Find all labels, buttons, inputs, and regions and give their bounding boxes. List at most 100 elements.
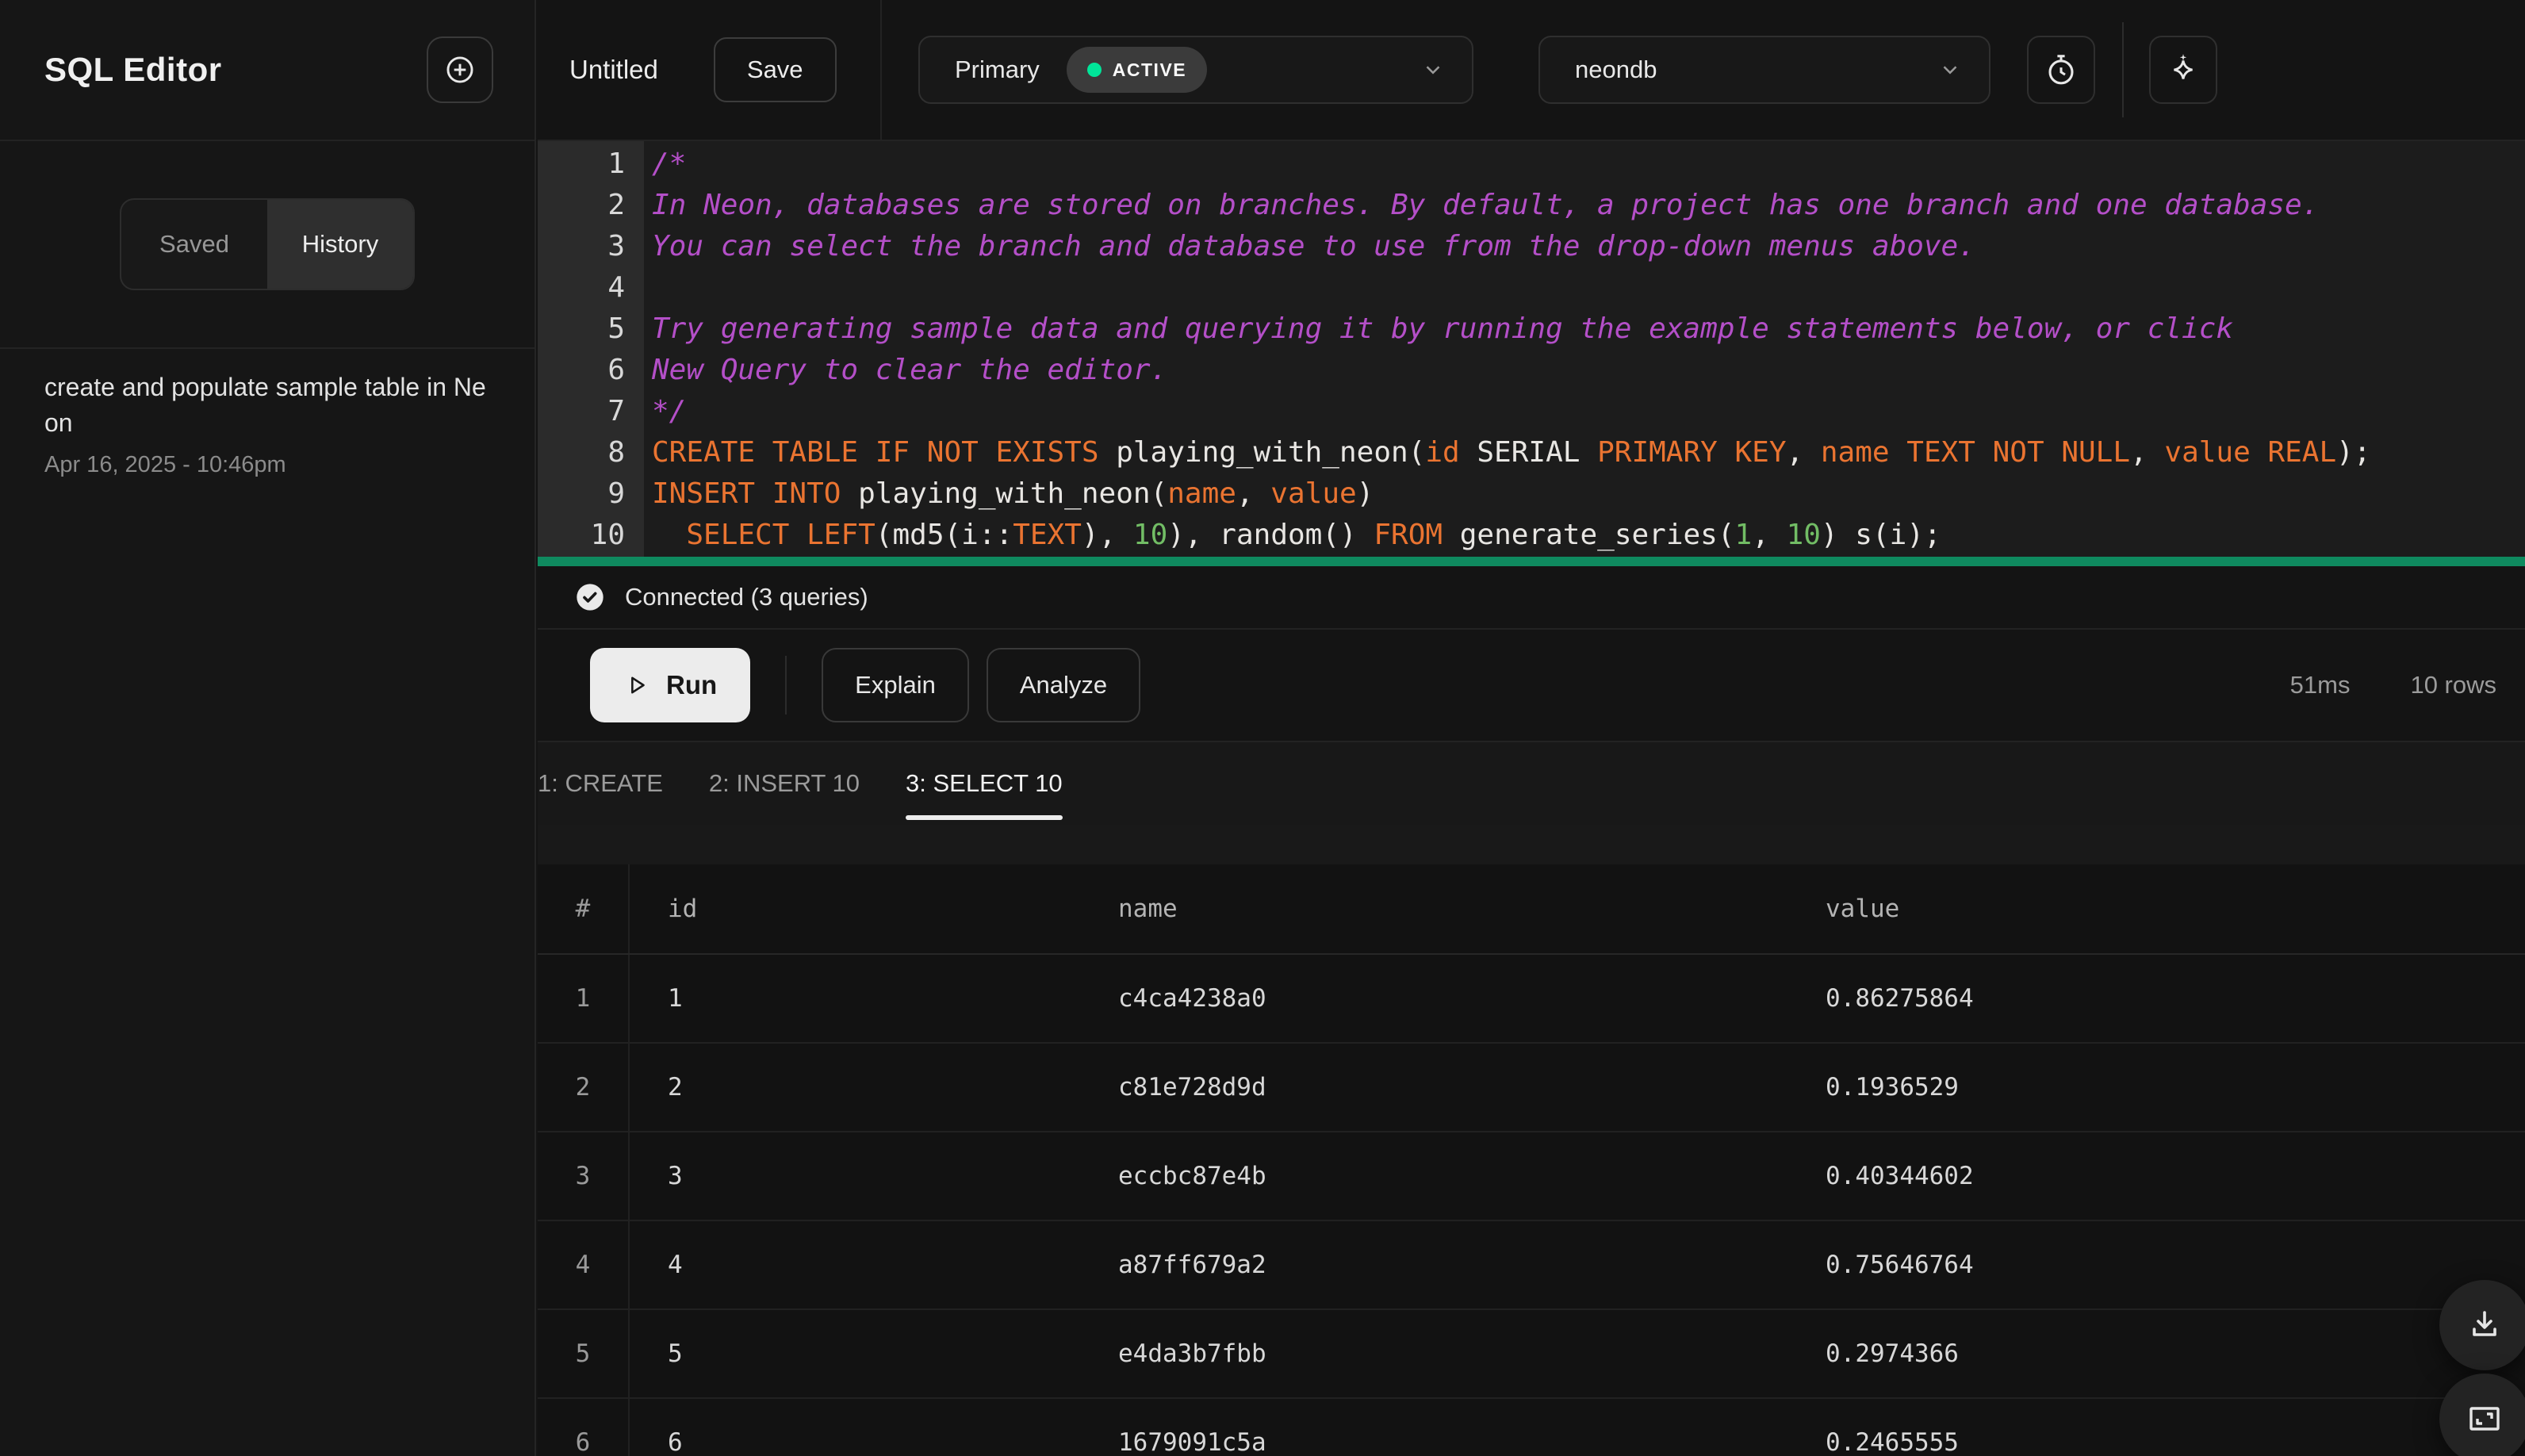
column-header-id: id: [668, 895, 698, 923]
topbar-divider: [2122, 22, 2124, 117]
code-line[interactable]: 5 Try generating sample data and querying…: [538, 308, 2525, 349]
history-item-timestamp: Apr 16, 2025 - 10:46pm: [44, 452, 286, 477]
code-token: PRIMARY KEY: [1597, 435, 1787, 469]
result-tabs: 1: CREATE 2: INSERT 10 3: SELECT 10: [538, 742, 2525, 825]
sidebar-tabs: Saved History: [120, 198, 415, 290]
result-tab-1-create[interactable]: 1: CREATE: [538, 742, 663, 825]
line-number: 1: [607, 147, 625, 180]
table-row[interactable]: 3 3 eccbc87e4b 0.40344602: [538, 1132, 2525, 1221]
line-number: 2: [607, 188, 625, 221]
sql-editor[interactable]: 1 /* 2 In Neon, databases are stored on bra…: [538, 141, 2525, 566]
sidebar: SQL Editor Saved History create and popul…: [0, 0, 536, 1456]
code-line[interactable]: 9 INSERT INTO playing_with_neon(name, val…: [538, 473, 2525, 514]
branch-name: Primary: [955, 56, 1040, 83]
chevron-down-icon: [1938, 58, 1962, 82]
code-line[interactable]: 8 CREATE TABLE IF NOT EXISTS playing_with…: [538, 431, 2525, 473]
result-tab-3-select-10[interactable]: 3: SELECT 10: [906, 742, 1063, 825]
table-cell: 2: [538, 1044, 630, 1131]
line-number: 9: [607, 477, 625, 510]
table-cell: c81e728d9d: [1118, 1073, 1266, 1102]
code-line[interactable]: 7 */: [538, 390, 2525, 431]
explain-button[interactable]: Explain: [822, 648, 969, 722]
code-token: name: [1167, 477, 1236, 510]
tab-history[interactable]: History: [267, 200, 413, 289]
code-token: 10: [1786, 518, 1821, 551]
download-button[interactable]: [2439, 1280, 2525, 1370]
table-cell: 0.2465555: [1826, 1428, 1959, 1456]
code-token: playing_with_neon(: [841, 477, 1168, 510]
results-panel: # id name value 1 1 c4ca4238a0 0.86275864 2 2 c81…: [538, 825, 2525, 1456]
table-row[interactable]: 4 4 a87ff679a2 0.75646764: [538, 1221, 2525, 1310]
code-token: 10: [1132, 518, 1168, 551]
run-button-label: Run: [666, 670, 718, 699]
code-token: SERIAL: [1459, 435, 1598, 469]
table-cell: 3: [668, 1162, 683, 1190]
history-list-item[interactable]: create and populate sample table in Neon…: [44, 368, 490, 478]
code-token: Try generating sample data and querying …: [652, 312, 2233, 345]
code-content: You can select the branch and database t…: [644, 230, 1975, 262]
code-token: */: [652, 394, 687, 427]
tab-saved[interactable]: Saved: [121, 200, 267, 289]
code-token: playing_with_neon(: [1098, 435, 1426, 469]
code-line[interactable]: 1 /*: [538, 143, 2525, 184]
code-token: (md5(i::: [875, 518, 1013, 551]
code-token: LEFT: [807, 518, 876, 551]
row-count: 10 rows: [2410, 671, 2496, 699]
connection-status-text: Connected (3 queries): [625, 583, 868, 611]
save-button[interactable]: Save: [713, 37, 837, 102]
sidebar-tabs-wrap: Saved History: [0, 141, 535, 290]
code-line[interactable]: 10 SELECT LEFT(md5(i::TEXT), 10), random…: [538, 514, 2525, 555]
sparkles-icon: [2165, 52, 2201, 88]
table-body: 1 1 c4ca4238a0 0.86275864 2 2 c81e728d9d 0.1936…: [538, 955, 2525, 1456]
code-token: New Query to clear the editor.: [652, 353, 1168, 386]
active-dot-icon: [1086, 63, 1102, 77]
table-header-row: # id name value: [538, 864, 2525, 955]
code-token: ,: [2130, 435, 2165, 469]
run-button[interactable]: Run: [590, 648, 751, 722]
code-token: 1: [1734, 518, 1753, 551]
code-token: ,: [1752, 518, 1787, 551]
code-token: );: [2336, 435, 2371, 469]
sidebar-header: SQL Editor: [0, 0, 535, 141]
code-line[interactable]: 6 New Query to clear the editor.: [538, 349, 2525, 390]
code-line[interactable]: 2 In Neon, databases are stored on branch…: [538, 184, 2525, 225]
query-duration: 51ms: [2289, 671, 2351, 699]
table-row[interactable]: 1 1 c4ca4238a0 0.86275864: [538, 955, 2525, 1044]
code-token: generate_series(: [1443, 518, 1735, 551]
code-line[interactable]: 4: [538, 266, 2525, 308]
result-tab-2-insert-10[interactable]: 2: INSERT 10: [709, 742, 860, 825]
table-row[interactable]: 5 5 e4da3b7fbb 0.2974366: [538, 1310, 2525, 1399]
download-icon: [2466, 1306, 2504, 1344]
table-cell: 6: [538, 1399, 630, 1456]
table-cell: eccbc87e4b: [1118, 1162, 1266, 1190]
results-table: # id name value 1 1 c4ca4238a0 0.86275864 2 2 c81…: [538, 864, 2525, 1456]
database-select[interactable]: neondb: [1538, 36, 1990, 104]
code-content: */: [644, 395, 686, 427]
code-token: ),: [1081, 518, 1133, 551]
table-cell: 1: [668, 984, 683, 1013]
query-history-button[interactable]: [2027, 36, 2095, 104]
table-row[interactable]: 2 2 c81e728d9d 0.1936529: [538, 1044, 2525, 1132]
table-cell: 0.1936529: [1826, 1073, 1959, 1102]
code-content: Try generating sample data and querying …: [644, 312, 2233, 345]
database-name: neondb: [1575, 56, 1657, 83]
status-badge: ACTIVE: [1066, 47, 1208, 93]
code-content: /*: [644, 148, 686, 180]
code-content: New Query to clear the editor.: [644, 354, 1167, 386]
analyze-button[interactable]: Analyze: [986, 648, 1141, 722]
expand-button[interactable]: [2439, 1374, 2525, 1456]
branch-select[interactable]: Primary ACTIVE: [918, 36, 1473, 104]
status-badge-label: ACTIVE: [1112, 59, 1187, 80]
table-cell: c4ca4238a0: [1118, 984, 1266, 1013]
table-cell: 1: [538, 955, 630, 1042]
new-query-button[interactable]: [427, 36, 493, 103]
ai-assist-button[interactable]: [2149, 36, 2217, 104]
table-row[interactable]: 6 6 1679091c5a 0.2465555: [538, 1399, 2525, 1456]
column-header-: #: [538, 864, 630, 953]
code-line[interactable]: 3 You can select the branch and database …: [538, 225, 2525, 266]
table-cell: 4: [538, 1221, 630, 1308]
code-token: INSERT INTO: [652, 477, 841, 510]
editor-topbar: Untitled Save Primary ACTIVE neondb: [538, 0, 2525, 141]
code-token: TEXT: [1013, 518, 1082, 551]
